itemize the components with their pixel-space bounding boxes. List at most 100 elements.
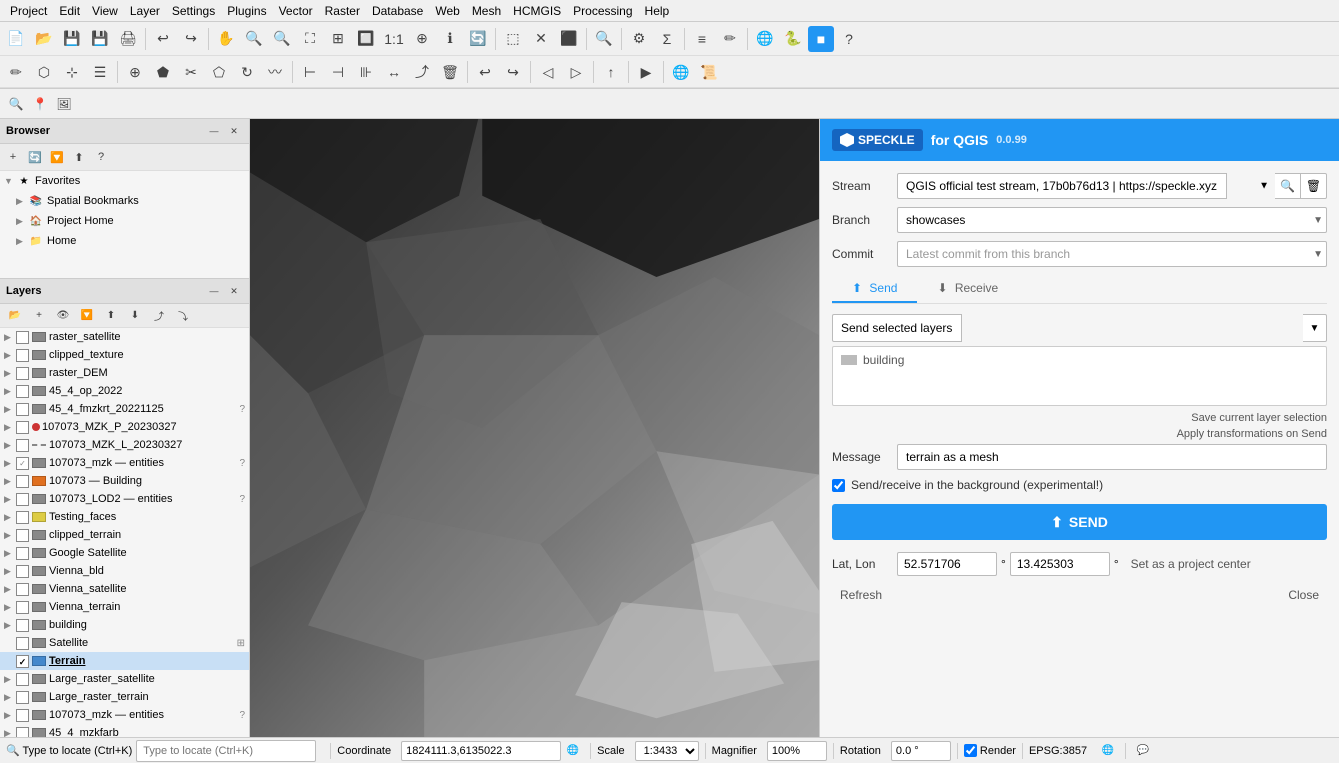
pan-btn[interactable]: ✋ xyxy=(213,26,239,52)
sum-btn[interactable]: Σ xyxy=(654,26,680,52)
more-tools-btn[interactable]: ▶ xyxy=(633,59,659,85)
menu-view[interactable]: View xyxy=(86,2,124,20)
vertex-btn[interactable]: ⊹ xyxy=(59,59,85,85)
branch-select[interactable]: showcases xyxy=(897,207,1327,233)
layer-vienna-terrain[interactable]: ▶ Vienna_terrain xyxy=(0,598,249,616)
spatial-bookmarks-expand[interactable]: ▶ xyxy=(16,196,26,207)
layers-expand-btn[interactable]: ⬆ xyxy=(101,306,121,326)
delete-btn[interactable]: 🗑 xyxy=(437,59,463,85)
menu-vector[interactable]: Vector xyxy=(273,2,319,20)
menu-layer[interactable]: Layer xyxy=(124,2,166,20)
magnifier-input[interactable] xyxy=(767,741,827,761)
layers-close-btn[interactable]: ✕ xyxy=(226,283,242,299)
forward-nav-btn[interactable]: ▷ xyxy=(563,59,589,85)
message-log-btn[interactable]: 💬 xyxy=(1133,741,1153,761)
layer-check-6[interactable] xyxy=(16,439,29,452)
set-center-link[interactable]: Set as a project center xyxy=(1131,557,1251,571)
back-nav-btn[interactable]: ◁ xyxy=(535,59,561,85)
add-feature-btn[interactable]: ⊕ xyxy=(122,59,148,85)
zoom-in-btn[interactable]: 🔍 xyxy=(241,26,267,52)
layer-mgr-btn[interactable]: ≡ xyxy=(689,26,715,52)
simplify-btn[interactable]: 〰 xyxy=(262,59,288,85)
layer-check-5[interactable] xyxy=(16,421,29,434)
menu-web[interactable]: Web xyxy=(429,2,465,20)
offset-btn[interactable]: ⊪ xyxy=(353,59,379,85)
redo-btn[interactable]: ↪ xyxy=(178,26,204,52)
browser-add-btn[interactable]: + xyxy=(3,147,23,167)
layer-107073-mzk-l[interactable]: ▶ 107073_MZK_L_20230327 xyxy=(0,436,249,454)
layers-filter-btn[interactable]: 🔽 xyxy=(77,306,97,326)
zoom-layer-btn[interactable]: ⊞ xyxy=(325,26,351,52)
deselect-btn[interactable]: ✕ xyxy=(528,26,554,52)
layer-check-4[interactable] xyxy=(16,403,29,416)
new-project-btn[interactable]: 📄 xyxy=(3,26,29,52)
menu-processing[interactable]: Processing xyxy=(567,2,638,20)
zoom-selection-btn[interactable]: 🔲 xyxy=(353,26,379,52)
layer-expand-0[interactable]: ▶ xyxy=(4,332,14,343)
browser-favorites[interactable]: ▼ ★ Favorites xyxy=(0,171,249,191)
layer-raster-satellite[interactable]: ▶ raster_satellite xyxy=(0,328,249,346)
layer-107073-mzk-entities[interactable]: ▶ ✓ 107073_mzk — entities ? xyxy=(0,454,249,472)
copy-move-btn[interactable]: ⤴ xyxy=(409,59,435,85)
layer-vienna-bld[interactable]: ▶ Vienna_bld xyxy=(0,562,249,580)
browser-help-btn[interactable]: ? xyxy=(91,147,111,167)
reshape-btn[interactable]: ⬠ xyxy=(206,59,232,85)
layer-testing-faces[interactable]: ▶ Testing_faces xyxy=(0,508,249,526)
layer-expand-19[interactable]: ▶ xyxy=(4,674,14,685)
message-input[interactable] xyxy=(897,444,1327,470)
layer-expand-11[interactable]: ▶ xyxy=(4,530,14,541)
layer-large-raster-terrain[interactable]: ▶ Large_raster_terrain xyxy=(0,688,249,706)
apply-transformations-link[interactable]: Apply transformations on Send xyxy=(1177,428,1327,440)
move-btn[interactable]: ↔ xyxy=(381,59,407,85)
layer-expand-5[interactable]: ▶ xyxy=(4,422,14,433)
layer-check-21[interactable] xyxy=(16,709,29,722)
layer-107073-mzk-entities2[interactable]: ▶ 107073_mzk — entities ? xyxy=(0,706,249,724)
layers-collapse-btn[interactable]: ⬇ xyxy=(125,306,145,326)
digitize-btn2[interactable]: ✏ xyxy=(3,59,29,85)
layer-expand-14[interactable]: ▶ xyxy=(4,584,14,595)
stream-search-btn[interactable]: 🔍 xyxy=(1275,173,1301,199)
layer-check-16[interactable] xyxy=(16,619,29,632)
commit-select[interactable]: Latest commit from this branch xyxy=(897,241,1327,267)
layer-terrain[interactable]: Terrain xyxy=(0,652,249,670)
layer-check-18[interactable] xyxy=(16,655,29,668)
menu-edit[interactable]: Edit xyxy=(53,2,86,20)
layer-check-22[interactable] xyxy=(16,727,29,738)
browser-spatial-bookmarks[interactable]: ▶ 📚 Spatial Bookmarks xyxy=(0,191,249,211)
select-feature-btn[interactable]: ⬚ xyxy=(500,26,526,52)
print-btn[interactable]: 🖨 xyxy=(115,26,141,52)
help-btn[interactable]: ? xyxy=(836,26,862,52)
layers-move-bottom-btn[interactable]: ⤵ xyxy=(173,306,193,326)
layer-check-10[interactable] xyxy=(16,511,29,524)
add-poly-btn[interactable]: ⬟ xyxy=(150,59,176,85)
refresh-btn[interactable]: 🔄 xyxy=(465,26,491,52)
layer-expand-21[interactable]: ▶ xyxy=(4,710,14,721)
layer-large-raster-satellite[interactable]: ▶ Large_raster_satellite xyxy=(0,670,249,688)
layer-107073-lod2[interactable]: ▶ 107073_LOD2 — entities ? xyxy=(0,490,249,508)
layers-move-top-btn[interactable]: ⤴ xyxy=(149,306,169,326)
browser-collapse-btn[interactable]: ⬆ xyxy=(69,147,89,167)
layers-remove-btn[interactable]: 👁 xyxy=(53,306,73,326)
scissors-btn[interactable]: ✂ xyxy=(178,59,204,85)
close-button[interactable]: Close xyxy=(1280,584,1327,606)
send-layers-select[interactable]: Send selected layers xyxy=(832,314,962,342)
rotation-input[interactable] xyxy=(891,741,951,761)
layer-check-17[interactable] xyxy=(16,637,29,650)
menu-project[interactable]: Project xyxy=(4,2,53,20)
lat-input[interactable] xyxy=(897,552,997,576)
browser-refresh-btn[interactable]: 🔄 xyxy=(25,147,45,167)
split-btn[interactable]: ⊢ xyxy=(297,59,323,85)
layer-45-4-op[interactable]: ▶ 45_4_op_2022 xyxy=(0,382,249,400)
layer-107073-building[interactable]: ▶ 107073 — Building xyxy=(0,472,249,490)
menu-mesh[interactable]: Mesh xyxy=(466,2,507,20)
merge-btn[interactable]: ⊣ xyxy=(325,59,351,85)
settings-btn[interactable]: ⚙ xyxy=(626,26,652,52)
locate-bar-input[interactable] xyxy=(136,740,316,762)
locate-feature-btn[interactable]: 🔍 xyxy=(5,93,27,115)
open-project-btn[interactable]: 📂 xyxy=(31,26,57,52)
layer-check-12[interactable] xyxy=(16,547,29,560)
select-location-btn[interactable]: ☰ xyxy=(87,59,113,85)
save-layer-selection-link[interactable]: Save current layer selection xyxy=(1191,412,1327,424)
locate-btn3[interactable]: 🖼 xyxy=(53,93,75,115)
coordinate-crs-btn[interactable]: 🌐 xyxy=(563,741,583,761)
